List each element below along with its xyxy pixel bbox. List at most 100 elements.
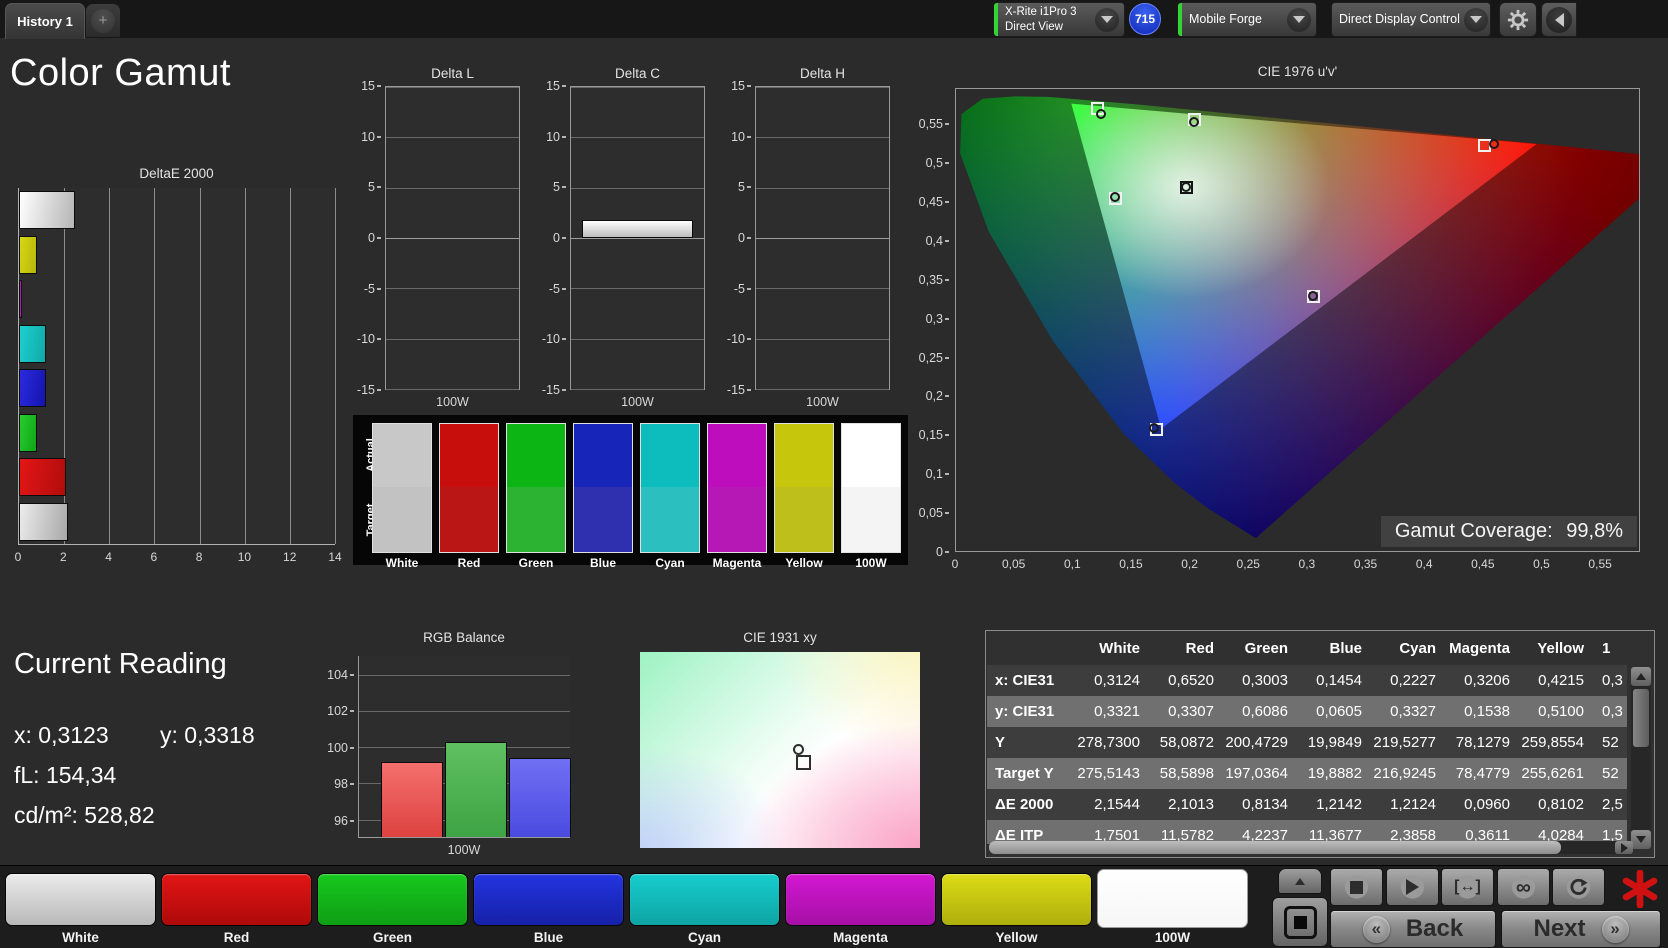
collapse-panel-button[interactable] [1541,2,1577,37]
table-cell: 1,2124 [1390,796,1436,813]
panel-up-button[interactable] [1278,868,1322,894]
scroll-right-button[interactable] [1615,841,1633,854]
tab-history-1[interactable]: History 1 [5,3,85,39]
axis-tick-label: 0,25 [1236,557,1260,571]
patch-swatch [785,873,936,926]
reading-y: y: 0,3318 [160,722,255,748]
measure-window-icon: [↔] [1454,878,1481,895]
reading-cdm2: cd/m²: 528,82 [14,802,155,828]
axis-tick-label: 0,1 [1063,557,1081,571]
axis-tick-label: 2 [59,550,67,564]
axis-tick-label: 15 [361,79,381,93]
stop-icon [1350,880,1363,894]
gridline [571,87,704,88]
table-cell: 0,6086 [1242,703,1288,720]
refresh-button[interactable] [1552,868,1605,906]
swatch-label: Cyan [655,556,685,570]
swatch-column-cyan: Cyan [640,423,700,570]
red-asterisk-icon[interactable] [1620,870,1660,908]
patch-label: Red [223,930,250,945]
back-button[interactable]: « Back [1330,910,1496,948]
display-control-dropdown[interactable]: Direct Display Control [1331,2,1491,37]
table-cell: 2,1013 [1168,796,1214,813]
axis-tick-label: 0,55 [1588,557,1612,571]
add-tab-button[interactable]: + [86,4,120,37]
swatch-label: Red [457,556,481,570]
patch-button-magenta[interactable]: Magenta [785,869,936,947]
deltae-bar-white [19,502,68,541]
measure-window-button[interactable]: [↔] [1441,868,1494,906]
patch-window-button[interactable] [1272,897,1328,947]
patch-button-green[interactable]: Green [317,869,468,947]
table-cell: 0,2227 [1390,672,1436,689]
actual-swatch [841,423,901,488]
reading-fl: fL: 154,34 [14,762,117,788]
gridline [386,288,519,290]
horizontal-scroll-thumb[interactable] [989,841,1561,854]
column-header: Green [1244,640,1288,657]
gridline [756,87,889,88]
delta-c-plot [570,86,705,390]
patch-button-100w[interactable]: 100W [1097,869,1248,947]
next-button[interactable]: Next » [1501,910,1661,948]
patch-swatch [1097,869,1248,928]
axis-tick-label: -15 [542,383,566,397]
stop-button[interactable] [1330,868,1383,906]
gridline [571,288,704,290]
gridline [335,188,336,544]
table-cell: 0,0605 [1316,703,1362,720]
vertical-scroll-thumb[interactable] [1633,689,1649,747]
axis-tick-label: 0,2 [926,389,949,403]
axis-tick-label: -10 [357,332,381,346]
table-body: White Red Green Blue Cyan Magenta Yellow 1 x: CI… [987,632,1627,844]
gridline [154,188,156,544]
gridline [571,137,704,139]
table-vertical-scrollbar[interactable] [1631,667,1651,849]
axis-tick-label: 0,15 [919,428,949,442]
meter-count-badge[interactable]: 715 [1129,3,1161,35]
meter-dropdown[interactable]: X-Rite i1Pro 3 Direct View [993,2,1125,37]
patch-button-yellow[interactable]: Yellow [941,869,1092,947]
column-header: White [1099,640,1140,657]
patch-button-red[interactable]: Red [161,869,312,947]
axis-tick-label: 0,25 [919,351,949,365]
cie1976-title: CIE 1976 u'v' [1257,64,1338,79]
actual-swatch [774,423,834,488]
play-button[interactable] [1386,868,1439,906]
gamut-coverage-readout: Gamut Coverage: 99,8% [1380,516,1637,547]
loop-button[interactable]: ∞ [1497,868,1550,906]
table-cell: 197,0364 [1225,765,1288,782]
patch-button-blue[interactable]: Blue [473,869,624,947]
patch-swatch [473,873,624,926]
rgb-bar-blue [509,758,571,837]
gridline [756,338,889,340]
axis-tick-label: 98 [334,777,354,791]
infinity-icon: ∞ [1516,875,1531,899]
settings-button[interactable] [1499,2,1537,37]
row-label: ΔE 2000 [995,796,1054,813]
column-header: Red [1185,640,1214,657]
delta-h-title: Delta H [799,66,845,81]
table-cell: 255,6261 [1521,765,1584,782]
table-cell: 200,4729 [1225,734,1288,751]
axis-tick-label: 14 [328,550,342,564]
table-horizontal-scrollbar[interactable] [989,841,1633,854]
scroll-down-button[interactable] [1631,830,1651,849]
swatch-column-red: Red [439,423,499,570]
axis-tick-label: 100 [327,741,354,755]
axis-tick-label: 10 [546,130,566,144]
axis-tick-label: 0,15 [1119,557,1143,571]
axis-tick-label: 0,1 [926,467,949,481]
source-dropdown[interactable]: Mobile Forge [1177,2,1317,37]
patch-button-white[interactable]: White [5,869,156,947]
gamut-coverage-value: 99,8% [1566,520,1623,542]
scroll-up-button[interactable] [1631,667,1651,686]
axis-tick-label: 5 [738,180,751,194]
patch-button-cyan[interactable]: Cyan [629,869,780,947]
axis-tick-label: 0,55 [919,117,949,131]
gridline [386,137,519,139]
table-cell: 2,5 [1602,796,1623,813]
chevron-down-icon [1095,7,1119,32]
delta-l-title: Delta L [431,66,474,81]
gridline [386,87,519,88]
